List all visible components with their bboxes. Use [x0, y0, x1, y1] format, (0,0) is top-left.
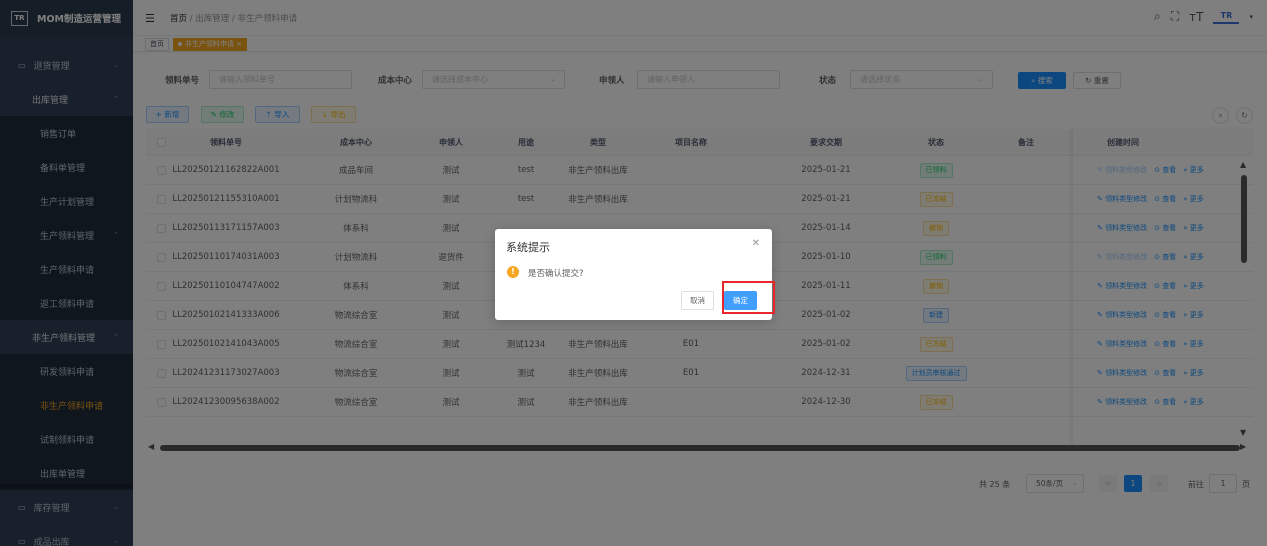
confirm-highlight-box: [722, 281, 775, 314]
dialog-message: 是否确认提交?: [528, 269, 584, 279]
close-icon[interactable]: ✕: [752, 238, 760, 249]
warning-icon: !: [507, 266, 519, 278]
dialog-title: 系统提示: [506, 241, 550, 254]
cancel-button[interactable]: 取消: [681, 291, 714, 310]
